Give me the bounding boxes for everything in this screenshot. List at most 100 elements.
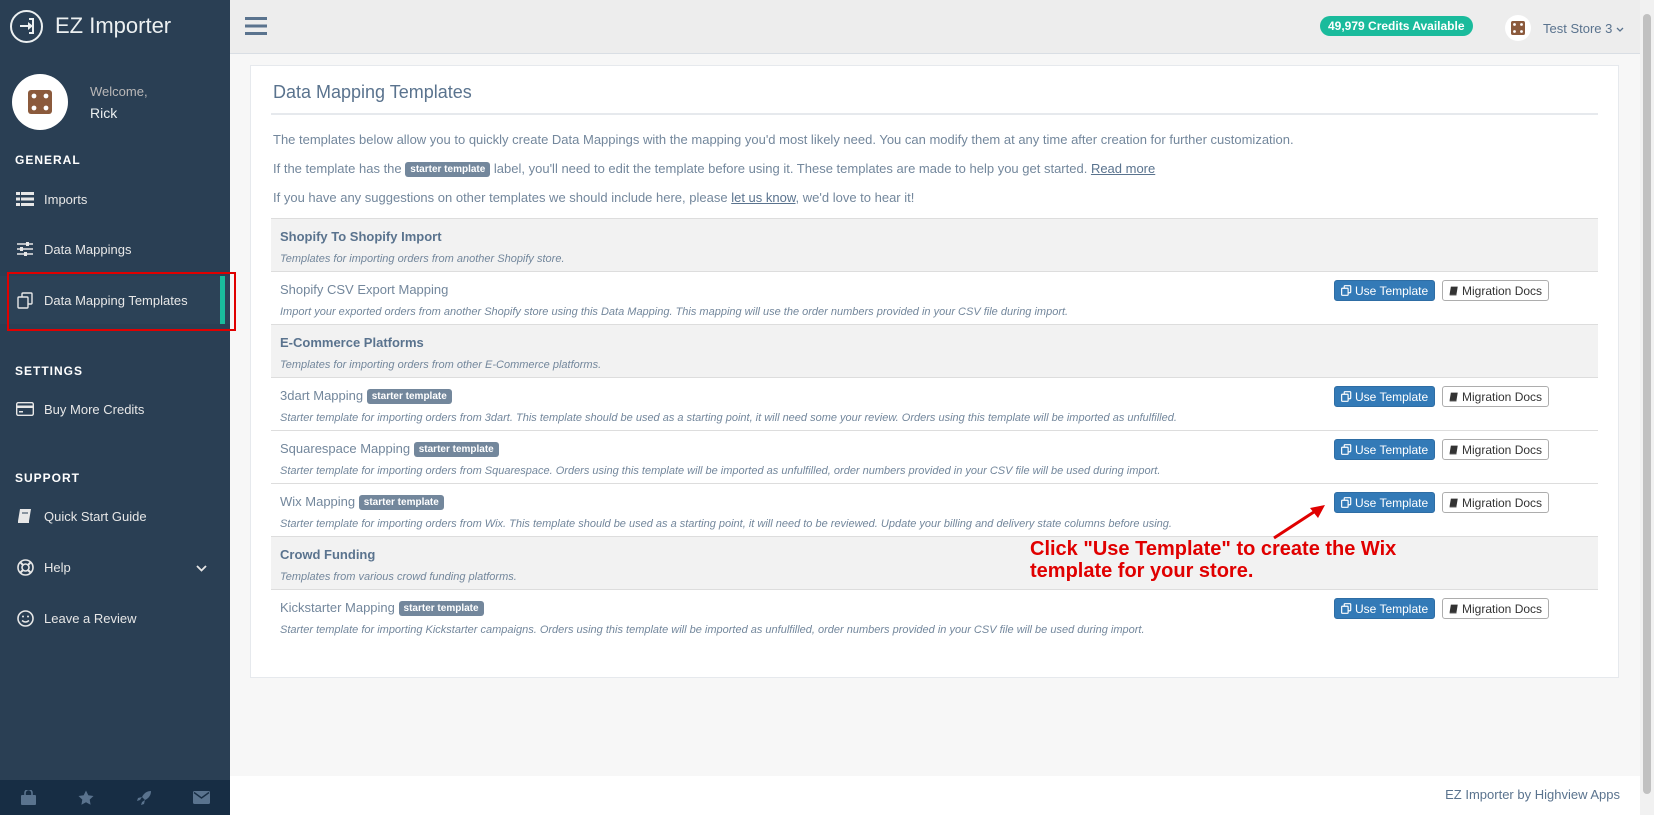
copy-icon [1341, 444, 1352, 455]
starter-template-badge: starter template [413, 442, 499, 458]
sliders-icon [15, 239, 35, 259]
let-us-know-link[interactable]: let us know [731, 190, 795, 205]
credits-badge: 49,979 Credits Available [1320, 16, 1473, 36]
template-name: Squarespace Mapping starter template [280, 441, 499, 458]
table-row: 3dart Mapping starter template Starter t… [271, 377, 1598, 430]
group-name: Shopify To Shopify Import [280, 229, 442, 244]
sidebar-item-leave-a-review[interactable]: Leave a Review [0, 594, 230, 642]
template-name: 3dart Mapping starter template [280, 388, 452, 405]
credit-card-icon [15, 399, 35, 419]
smile-icon [15, 608, 35, 628]
store-avatar [1505, 15, 1531, 41]
footer-credit: EZ Importer by Highview Apps [1445, 787, 1620, 802]
intro-text-part: , we'd love to hear it! [795, 190, 915, 205]
copy-icon [1341, 497, 1352, 508]
section-settings: SETTINGS [15, 364, 84, 378]
template-desc: Import your exported orders from another… [280, 306, 1069, 318]
button-label: Migration Docs [1462, 495, 1543, 510]
group-name: Crowd Funding [280, 547, 376, 562]
use-template-button[interactable]: Use Template [1334, 280, 1436, 301]
group-desc: Templates from various crowd funding pla… [280, 571, 517, 583]
table-group-row: E-Commerce Platforms Templates for impor… [271, 324, 1598, 377]
highlight-box [7, 272, 236, 331]
scrollbar[interactable] [1640, 0, 1654, 815]
button-label: Migration Docs [1462, 442, 1543, 457]
use-template-button[interactable]: Use Template [1334, 386, 1436, 407]
use-template-button[interactable]: Use Template [1334, 598, 1436, 619]
chevron-down-icon [1616, 21, 1624, 36]
welcome-label: Welcome, [90, 83, 148, 99]
sign-in-icon [10, 9, 43, 43]
annotation-text: Click "Use Template" to create the Wix t… [1030, 538, 1397, 582]
user-name: Rick [90, 104, 118, 121]
intro-text-part: If you have any suggestions on other tem… [273, 190, 728, 205]
sidebar-item-label: Help [44, 559, 71, 575]
migration-docs-button[interactable]: Migration Docs [1442, 492, 1550, 513]
use-template-button[interactable]: Use Template [1334, 439, 1436, 460]
book-icon [15, 506, 35, 526]
rocket-icon[interactable] [115, 780, 173, 815]
template-name: Shopify CSV Export Mapping [280, 282, 449, 297]
button-label: Use Template [1355, 283, 1429, 298]
table-row: Shopify CSV Export Mapping Import your e… [271, 271, 1598, 324]
group-desc: Templates for importing orders from anot… [280, 253, 565, 265]
template-name-text: Wix Mapping [280, 494, 356, 509]
page-title: Data Mapping Templates [273, 82, 472, 102]
sidebar-item-label: Imports [44, 191, 88, 207]
sidebar-item-buy-more-credits[interactable]: Buy More Credits [0, 385, 230, 433]
migration-docs-button[interactable]: Migration Docs [1442, 386, 1550, 407]
intro-text-2: If the template has the starter template… [273, 161, 1155, 178]
app-title: EZ Importer [55, 13, 172, 38]
read-more-link[interactable]: Read more [1091, 161, 1155, 176]
sidebar-item-quick-start-guide[interactable]: Quick Start Guide [0, 492, 230, 540]
template-desc: Starter template for importing orders fr… [280, 518, 1172, 530]
table-row: Wix Mapping starter template Starter tem… [271, 483, 1598, 536]
sidebar-item-label: Buy More Credits [44, 401, 145, 417]
migration-docs-button[interactable]: Migration Docs [1442, 598, 1550, 619]
migration-docs-button[interactable]: Migration Docs [1442, 439, 1550, 460]
top-nav: 49,979 Credits Available Test Store 3 [230, 0, 1640, 54]
button-label: Migration Docs [1462, 601, 1543, 616]
sidebar-item-help[interactable]: Help [0, 543, 230, 591]
book-icon [1449, 445, 1458, 454]
book-icon [1449, 498, 1458, 507]
copy-icon [1341, 391, 1352, 402]
copy-icon [1341, 603, 1352, 614]
lifebuoy-icon [15, 557, 35, 577]
template-name-text: 3dart Mapping [280, 388, 364, 403]
sidebar-item-label: Data Mappings [44, 241, 132, 257]
book-icon [1449, 392, 1458, 401]
scrollbar-thumb[interactable] [1643, 14, 1651, 794]
group-desc: Templates for importing orders from othe… [280, 359, 602, 371]
migration-docs-button[interactable]: Migration Docs [1442, 280, 1550, 301]
button-label: Migration Docs [1462, 389, 1543, 404]
use-template-button[interactable]: Use Template [1334, 492, 1436, 513]
section-general: GENERAL [15, 153, 81, 167]
store-dropdown[interactable]: Test Store 3 [1505, 15, 1624, 41]
template-desc: Starter template for importing orders fr… [280, 412, 1177, 424]
table-group-row: Shopify To Shopify Import Templates for … [271, 218, 1598, 271]
section-support: SUPPORT [15, 471, 81, 485]
starter-template-badge: starter template [398, 601, 484, 617]
sidebar-footer [0, 780, 230, 815]
sidebar: EZ Importer Welcome, Rick GENERAL Import… [0, 0, 236, 815]
button-label: Use Template [1355, 495, 1429, 510]
group-name: E-Commerce Platforms [280, 335, 424, 350]
brand[interactable]: EZ Importer [0, 0, 230, 52]
envelope-icon[interactable] [173, 780, 231, 815]
sidebar-item-imports[interactable]: Imports [0, 175, 230, 223]
starter-template-badge: starter template [358, 495, 444, 511]
sidebar-item-data-mappings[interactable]: Data Mappings [0, 225, 230, 273]
shopping-bag-icon[interactable] [0, 780, 58, 815]
template-name-text: Kickstarter Mapping [280, 600, 395, 615]
star-icon[interactable] [58, 780, 116, 815]
template-desc: Starter template for importing orders fr… [280, 465, 1161, 477]
button-label: Use Template [1355, 442, 1429, 457]
avatar [12, 74, 68, 130]
intro-text-1: The templates below allow you to quickly… [273, 132, 1294, 147]
book-icon [1449, 604, 1458, 613]
hamburger-menu-icon[interactable] [245, 16, 267, 36]
copy-icon [1341, 285, 1352, 296]
page-footer: EZ Importer by Highview Apps [230, 776, 1640, 815]
table-row: Kickstarter Mapping starter template Sta… [271, 589, 1598, 642]
